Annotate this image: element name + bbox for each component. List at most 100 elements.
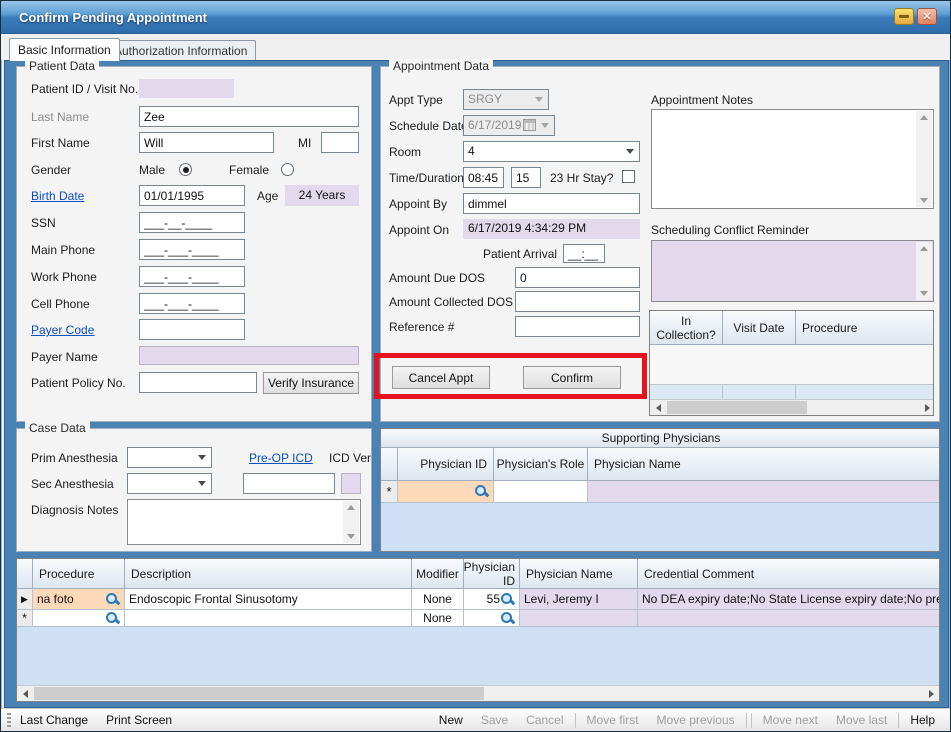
title-bar[interactable]: Confirm Pending Appointment ✕ (1, 1, 950, 34)
prim-anesthesia-combo[interactable] (127, 447, 212, 468)
print-screen-button[interactable]: Print Screen (97, 713, 181, 727)
patient-id-field (139, 79, 234, 98)
appoint-by-field[interactable] (463, 193, 640, 214)
patient-arrival-field[interactable] (563, 244, 605, 263)
confirm-button[interactable]: Confirm (523, 366, 621, 389)
close-button[interactable]: ✕ (917, 8, 937, 25)
hr23-checkbox[interactable] (622, 170, 635, 183)
new-row-selector[interactable]: * (381, 481, 398, 503)
payer-code-field[interactable] (139, 319, 245, 340)
schedule-date-picker: 6/17/2019 (463, 115, 555, 136)
ssn-field[interactable] (139, 212, 245, 233)
tab-strip: Basic Information Authorization Informat… (1, 34, 950, 60)
col-procedure[interactable]: Procedure (33, 559, 125, 589)
scroll-thumb[interactable] (667, 401, 807, 414)
collection-hscrollbar[interactable] (650, 399, 934, 415)
notes-scrollbar[interactable] (916, 111, 932, 207)
col-physician-id[interactable]: Physician ID (398, 448, 494, 481)
time-field[interactable] (463, 167, 504, 188)
col-physician-name[interactable]: Physician Name (588, 448, 940, 481)
scroll-left-icon[interactable] (17, 686, 33, 701)
scroll-left-icon[interactable] (650, 400, 666, 415)
col-modifier[interactable]: Modifier (412, 559, 464, 589)
col-physician-name[interactable]: Physician Name (520, 559, 638, 589)
room-combo[interactable]: 4 (463, 141, 640, 162)
procedure-cell[interactable]: na foto (33, 589, 125, 610)
duration-field[interactable] (511, 167, 541, 188)
birth-date-field[interactable] (139, 185, 245, 206)
diagnosis-notes-textarea[interactable] (127, 499, 361, 545)
last-change-button[interactable]: Last Change (11, 713, 97, 727)
collection-col-procedure[interactable]: Procedure (796, 311, 934, 345)
patient-id-label: Patient ID / Visit No. (31, 82, 138, 96)
col-credential-comment[interactable]: Credential Comment (638, 559, 940, 589)
tab-basic-information[interactable]: Basic Information (9, 38, 120, 61)
verify-insurance-button[interactable]: Verify Insurance (263, 372, 359, 394)
policy-label: Patient Policy No. (31, 376, 126, 390)
search-icon[interactable] (474, 484, 489, 499)
preop-icd-link[interactable]: Pre-OP ICD (249, 451, 313, 465)
description-cell[interactable]: Endoscopic Frontal Sinusotomy (125, 589, 412, 610)
scroll-up-icon[interactable] (920, 246, 928, 251)
physician-name-cell: Levi, Jeremy I (520, 589, 638, 610)
description-cell[interactable] (125, 610, 412, 627)
amount-due-field[interactable] (515, 267, 640, 288)
payer-code-link[interactable]: Payer Code (31, 323, 94, 337)
modifier-cell[interactable]: None (412, 589, 464, 610)
diagnosis-scrollbar[interactable] (343, 501, 359, 543)
main-phone-field[interactable] (139, 239, 245, 260)
scroll-down-icon[interactable] (920, 198, 928, 203)
preop-icd-field[interactable] (243, 473, 335, 494)
collection-grid-new-row[interactable] (650, 385, 934, 400)
procedures-hscrollbar[interactable] (17, 685, 939, 701)
collection-col-in-collection[interactable]: In Collection? (650, 311, 723, 345)
scroll-thumb[interactable] (34, 687, 484, 700)
modifier-cell[interactable]: None (412, 610, 464, 627)
search-icon[interactable] (105, 592, 120, 607)
conflict-scrollbar[interactable] (916, 242, 932, 300)
cancel-appt-button[interactable]: Cancel Appt (392, 366, 490, 389)
work-phone-field[interactable] (139, 266, 245, 287)
physicians-role-cell[interactable] (494, 481, 588, 503)
policy-field[interactable] (139, 372, 257, 393)
mi-field[interactable] (321, 132, 359, 153)
procedure-cell[interactable] (33, 610, 125, 627)
scroll-right-icon[interactable] (919, 400, 934, 415)
col-description[interactable]: Description (125, 559, 412, 589)
supporting-physicians-grid: Supporting Physicians Physician ID Physi… (380, 428, 940, 552)
cell-phone-field[interactable] (139, 293, 245, 314)
search-icon[interactable] (105, 611, 120, 626)
tab-authorization-information[interactable]: Authorization Information (105, 40, 256, 61)
row-selector-header (17, 559, 33, 589)
new-row-selector[interactable]: * (17, 610, 33, 627)
male-radio[interactable] (179, 163, 192, 176)
appointment-notes-textarea[interactable] (651, 109, 934, 209)
new-button[interactable]: New (430, 713, 472, 727)
collection-col-visit-date[interactable]: Visit Date (723, 311, 796, 345)
confirm-pending-appointment-dialog: Confirm Pending Appointment ✕ Basic Info… (0, 0, 951, 732)
physician-id-cell[interactable] (464, 610, 520, 627)
first-name-field[interactable] (139, 132, 274, 153)
birth-date-link[interactable]: Birth Date (31, 189, 84, 203)
physician-id-cell[interactable]: 55 (464, 589, 520, 610)
scroll-down-icon[interactable] (920, 291, 928, 296)
scroll-up-icon[interactable] (920, 115, 928, 120)
current-row-selector[interactable]: ▶ (17, 589, 33, 610)
help-button[interactable]: Help (901, 713, 944, 727)
search-icon[interactable] (500, 592, 515, 607)
female-radio[interactable] (281, 163, 294, 176)
reference-field[interactable] (515, 316, 640, 337)
scroll-right-icon[interactable] (923, 686, 939, 701)
scroll-up-icon[interactable] (347, 505, 355, 510)
scroll-down-icon[interactable] (347, 534, 355, 539)
minimize-button[interactable] (894, 8, 914, 25)
search-icon[interactable] (500, 611, 515, 626)
move-next-button: Move next (754, 713, 827, 727)
last-name-field[interactable] (139, 106, 359, 127)
col-physicians-role[interactable]: Physician's Role (494, 448, 588, 481)
physician-id-cell[interactable] (398, 481, 494, 503)
amount-collected-field[interactable] (515, 291, 640, 312)
sec-anesthesia-combo[interactable] (127, 473, 212, 494)
age-label: Age (257, 189, 278, 203)
col-physician-id[interactable]: Physician ID (464, 559, 520, 589)
